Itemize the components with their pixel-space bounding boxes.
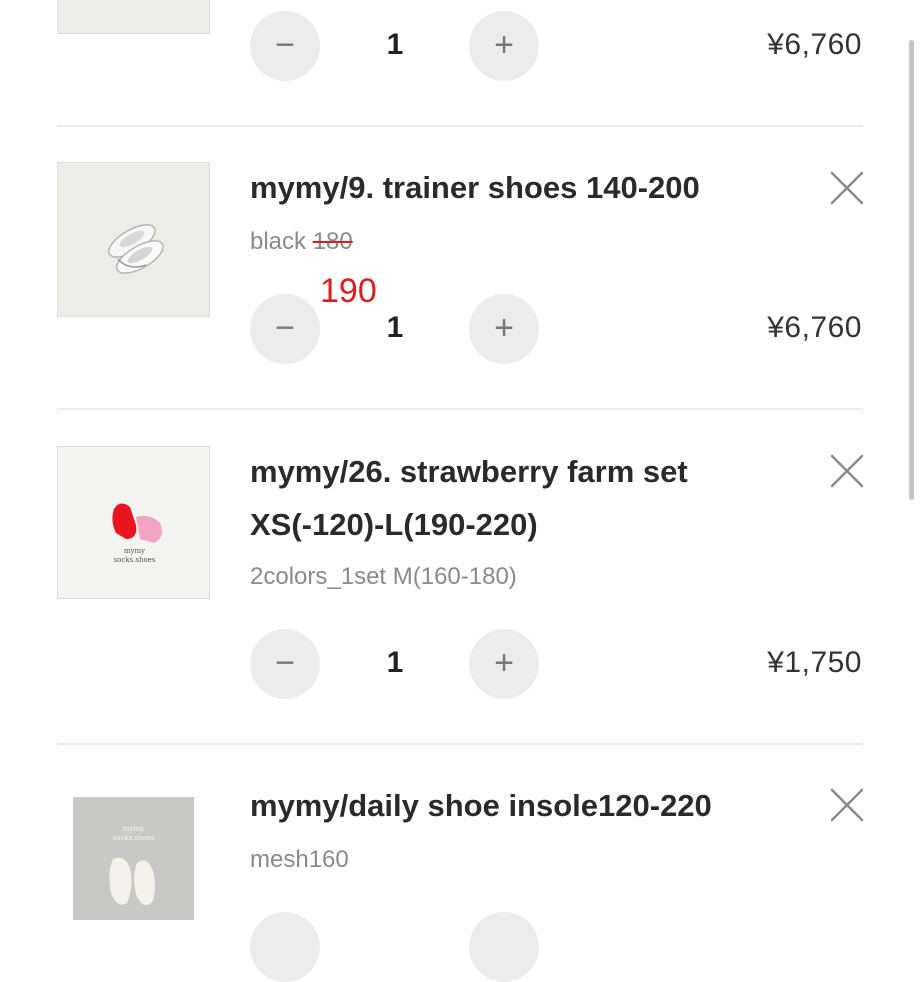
- thumbnail-caption: mymy: [122, 825, 145, 833]
- product-thumbnail[interactable]: [57, 162, 210, 317]
- quantity-value: 1: [386, 311, 404, 344]
- close-icon: [830, 788, 864, 822]
- close-icon: [830, 171, 864, 205]
- product-thumbnail[interactable]: [57, 0, 210, 34]
- thumbnail-caption: socks.shoes: [112, 834, 155, 842]
- remove-item-button[interactable]: [829, 787, 865, 823]
- remove-item-button[interactable]: [829, 170, 865, 206]
- item-divider: [57, 408, 863, 410]
- item-price: ¥1,750: [767, 646, 862, 679]
- decrease-quantity-button[interactable]: −: [250, 11, 320, 81]
- minus-icon: −: [275, 25, 295, 64]
- item-variant: black 180: [250, 228, 353, 256]
- remove-item-button[interactable]: [829, 453, 865, 489]
- quantity-value: 1: [386, 28, 404, 61]
- item-title[interactable]: mymy/9. trainer shoes 140-200: [250, 170, 700, 206]
- handwritten-correction: 190: [320, 272, 377, 310]
- increase-quantity-button[interactable]: +: [469, 294, 539, 364]
- plus-icon: +: [494, 308, 514, 347]
- product-thumbnail[interactable]: mymy socks.shoes: [57, 446, 210, 599]
- plus-icon: +: [494, 25, 514, 64]
- variant-color: black: [250, 228, 307, 255]
- insole-image: [73, 797, 194, 920]
- quantity-value: 1: [386, 646, 404, 679]
- plus-icon: +: [494, 643, 514, 682]
- increase-quantity-button[interactable]: [469, 912, 539, 982]
- item-title[interactable]: mymy/daily shoe insole120-220: [250, 788, 712, 824]
- decrease-quantity-button[interactable]: [250, 912, 320, 982]
- increase-quantity-button[interactable]: +: [469, 629, 539, 699]
- product-thumbnail[interactable]: mymy socks.shoes: [73, 797, 194, 920]
- decrease-quantity-button[interactable]: −: [250, 629, 320, 699]
- item-divider: [57, 743, 863, 745]
- minus-icon: −: [275, 308, 295, 347]
- item-price: ¥6,760: [767, 28, 862, 61]
- minus-icon: −: [275, 643, 295, 682]
- item-title-line2[interactable]: XS(-120)-L(190-220): [250, 507, 538, 543]
- scrollbar[interactable]: [909, 40, 914, 500]
- thumbnail-caption: socks.shoes: [113, 556, 156, 564]
- trainer-shoes-image: [58, 163, 209, 316]
- increase-quantity-button[interactable]: +: [469, 11, 539, 81]
- socks-image: [58, 447, 209, 598]
- item-price: ¥6,760: [767, 311, 862, 344]
- item-divider: [57, 125, 863, 127]
- item-variant: mesh160: [250, 846, 349, 873]
- variant-size-struck: 180: [312, 228, 353, 255]
- item-title[interactable]: mymy/26. strawberry farm set: [250, 454, 688, 490]
- item-variant: 2colors_1set M(160-180): [250, 563, 517, 590]
- decrease-quantity-button[interactable]: −: [250, 294, 320, 364]
- thumbnail-caption: mymy: [123, 547, 146, 555]
- close-icon: [830, 454, 864, 488]
